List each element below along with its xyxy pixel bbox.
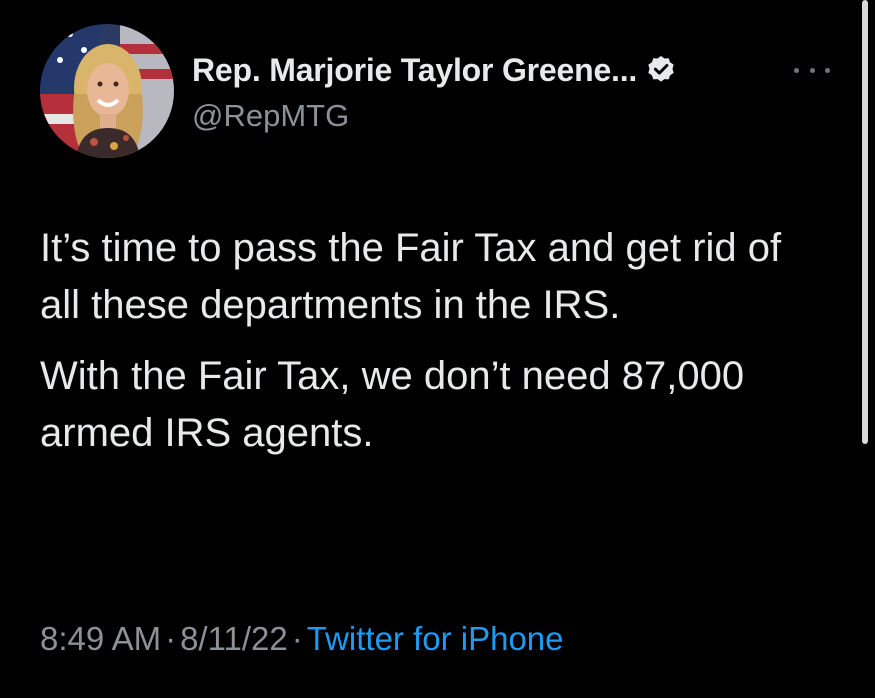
display-name[interactable]: Rep. Marjorie Taylor Greene... (192, 52, 637, 89)
meta-separator: · (165, 620, 177, 657)
author-name-row[interactable]: Rep. Marjorie Taylor Greene... (192, 48, 677, 92)
verified-badge-icon (648, 56, 674, 82)
avatar-image (40, 24, 174, 158)
tweet-meta: 8:49 AM · 8/11/22 · Twitter for iPhone (40, 620, 564, 658)
author-handle[interactable]: @RepMTG (192, 98, 349, 134)
more-dot (794, 67, 799, 73)
more-dot (825, 67, 830, 73)
tweet-date[interactable]: 8/11/22 (180, 620, 288, 657)
avatar[interactable] (40, 24, 174, 158)
scrollbar[interactable] (862, 0, 868, 444)
tweet-source-link[interactable]: Twitter for iPhone (307, 620, 564, 657)
meta-separator: · (291, 620, 303, 657)
tweet-paragraph: It’s time to pass the Fair Tax and get r… (40, 226, 782, 327)
tweet-paragraph: With the Fair Tax, we don’t need 87,000 … (40, 354, 745, 455)
tweet-text: It’s time to pass the Fair Tax and get r… (40, 220, 830, 462)
more-options-icon[interactable] (794, 58, 830, 82)
tweet-time[interactable]: 8:49 AM (40, 620, 161, 657)
tweet-card: Rep. Marjorie Taylor Greene... @RepMTG I… (0, 0, 875, 698)
more-dot (809, 67, 815, 73)
